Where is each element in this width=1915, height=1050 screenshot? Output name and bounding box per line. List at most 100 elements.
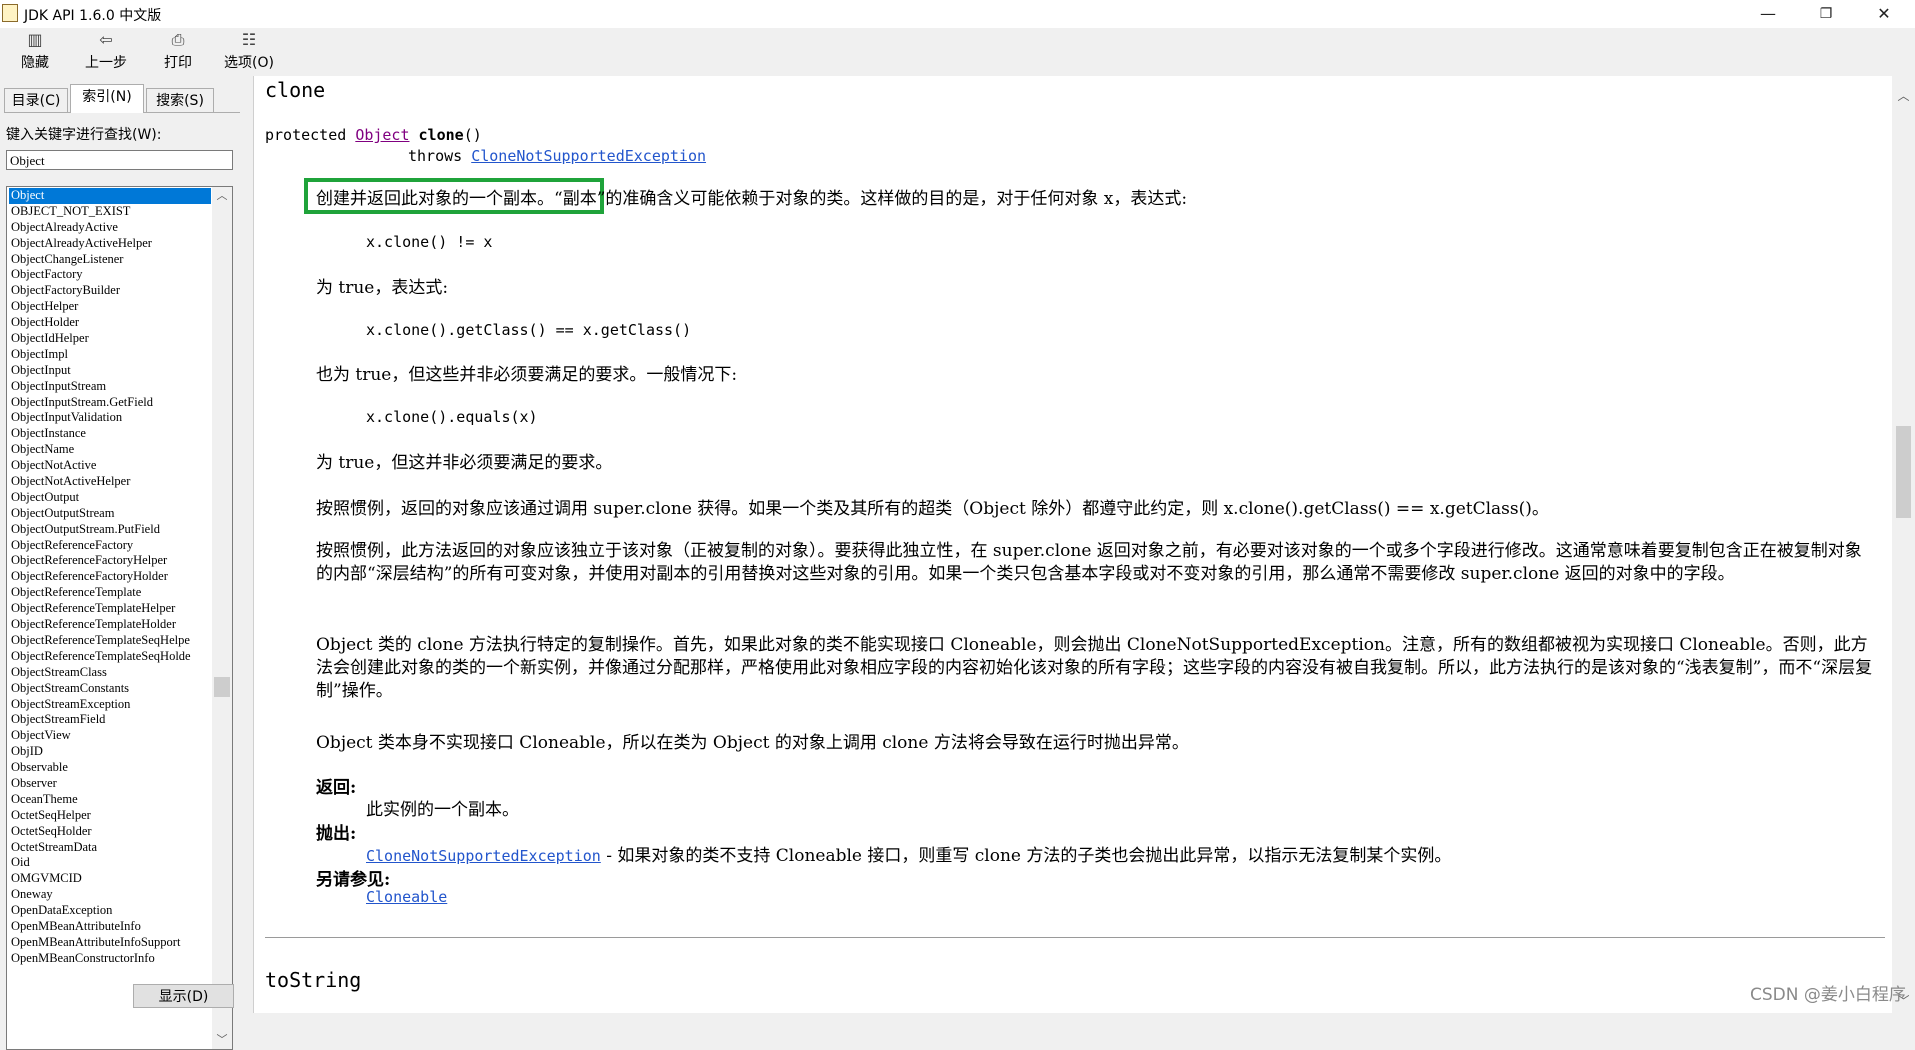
hide-button[interactable]: ▥ 隐藏	[12, 30, 58, 74]
list-item[interactable]: ObjectChangeListener	[9, 252, 211, 268]
returns-text: 此实例的一个副本。	[366, 800, 519, 820]
close-button[interactable]: ✕	[1861, 0, 1907, 28]
scroll-thumb[interactable]	[214, 677, 230, 697]
list-item[interactable]: Oneway	[9, 887, 211, 903]
minimize-button[interactable]: —	[1745, 0, 1791, 28]
list-item[interactable]: ObjectOutputStream.PutField	[9, 522, 211, 538]
paragraph-true-3: 为 true，但这并非必须要满足的要求。	[316, 453, 613, 473]
back-button[interactable]: ⇦ 上一步	[78, 30, 134, 74]
list-item[interactable]: ObjectStreamField	[9, 712, 211, 728]
list-item[interactable]: ObjectInstance	[9, 426, 211, 442]
keyword-input[interactable]: Object	[6, 150, 233, 170]
content-pane: clone protected Object clone() throws Cl…	[253, 76, 1893, 1013]
list-item[interactable]: ObjectReferenceTemplateHelper	[9, 601, 211, 617]
list-item[interactable]: Oid	[9, 855, 211, 871]
printer-icon: ⎙	[171, 30, 185, 49]
scroll-down-icon[interactable]: ﹀	[212, 1031, 232, 1049]
list-item[interactable]: ObjectReferenceTemplateSeqHolde	[9, 649, 211, 665]
scroll-up-icon[interactable]: ︿	[212, 187, 232, 205]
print-button[interactable]: ⎙ 打印	[158, 30, 198, 74]
paragraph-object-clone: Object 类的 clone 方法执行特定的复制操作。首先，如果此对象的类不能…	[316, 635, 1873, 701]
exception-link[interactable]: CloneNotSupportedException	[471, 147, 706, 165]
tab-search[interactable]: 搜索(S)	[146, 88, 214, 112]
throws-exception-link[interactable]: CloneNotSupportedException	[366, 847, 601, 865]
list-item[interactable]: OceanTheme	[9, 792, 211, 808]
list-item[interactable]: ObjectReferenceFactoryHolder	[9, 569, 211, 585]
section-divider	[265, 937, 1885, 938]
list-item[interactable]: ObjectAlreadyActiveHelper	[9, 236, 211, 252]
returns-label: 返回:	[316, 778, 357, 798]
highlighted-text: 创建并返回此对象的一个副本。	[316, 189, 554, 209]
toolbar: ▥ 隐藏 ⇦ 上一步 ⎙ 打印 ☷ 选项(O)	[0, 28, 1915, 76]
list-item[interactable]: ObjectReferenceTemplateSeqHelpe	[9, 633, 211, 649]
code-example-3: x.clone().equals(x)	[366, 408, 538, 426]
intro-paragraph: 创建并返回此对象的一个副本。“副本”的准确含义可能依赖于对象的类。这样做的目的是…	[316, 184, 1187, 209]
code-example-1: x.clone() != x	[366, 233, 493, 251]
content-scroll-up-icon[interactable]: ︿	[1892, 86, 1915, 106]
list-item[interactable]: ObjectFactoryBuilder	[9, 283, 211, 299]
list-item[interactable]: OpenMBeanConstructorInfo	[9, 951, 211, 967]
throws-label: 抛出:	[316, 824, 357, 844]
list-item[interactable]: Observable	[9, 760, 211, 776]
options-icon: ☷	[241, 30, 257, 49]
throws-detail: CloneNotSupportedException - 如果对象的类不支持 C…	[366, 841, 1451, 866]
content-scroll-thumb[interactable]	[1896, 426, 1911, 518]
back-arrow-icon: ⇦	[99, 30, 113, 49]
see-also-links: Cloneable	[366, 887, 447, 907]
list-item[interactable]: ObjectInputStream.GetField	[9, 395, 211, 411]
display-button[interactable]: 显示(D)	[133, 984, 234, 1008]
window-title: JDK API 1.6.0 中文版	[24, 8, 162, 24]
list-item[interactable]: ObjectReferenceFactoryHelper	[9, 553, 211, 569]
maximize-button[interactable]: ❐	[1803, 0, 1849, 28]
list-item[interactable]: ObjectInputValidation	[9, 410, 211, 426]
signature-throws: throws CloneNotSupportedException	[408, 147, 706, 165]
list-item[interactable]: ObjectInputStream	[9, 379, 211, 395]
list-item[interactable]: ObjectOutput	[9, 490, 211, 506]
list-item[interactable]: ObjectAlreadyActive	[9, 220, 211, 236]
method-heading: clone	[265, 78, 326, 102]
list-item[interactable]: ObjectOutputStream	[9, 506, 211, 522]
list-item[interactable]: OMGVMCID	[9, 871, 211, 887]
object-type-link[interactable]: Object	[355, 126, 409, 144]
cloneable-link[interactable]: Cloneable	[366, 888, 447, 906]
keyword-label: 键入关键字进行查找(W):	[6, 127, 162, 143]
list-item[interactable]: Object	[9, 188, 211, 204]
list-item[interactable]: ObjectReferenceTemplateHolder	[9, 617, 211, 633]
list-item[interactable]: OctetStreamData	[9, 840, 211, 856]
options-button[interactable]: ☷ 选项(O)	[220, 30, 278, 74]
list-item[interactable]: ObjectNotActiveHelper	[9, 474, 211, 490]
tab-index[interactable]: 索引(N)	[70, 84, 144, 113]
list-item[interactable]: ObjectNotActive	[9, 458, 211, 474]
list-item[interactable]: ObjectHolder	[9, 315, 211, 331]
list-item[interactable]: OpenMBeanAttributeInfoSupport	[9, 935, 211, 951]
list-item[interactable]: OpenMBeanAttributeInfo	[9, 919, 211, 935]
list-item[interactable]: ObjectInput	[9, 363, 211, 379]
index-list[interactable]: Object OBJECT_NOT_EXIST ObjectAlreadyActiv…	[6, 186, 233, 1050]
list-item[interactable]: OpenDataException	[9, 903, 211, 919]
list-item[interactable]: ObjectImpl	[9, 347, 211, 363]
list-item[interactable]: ObjectStreamClass	[9, 665, 211, 681]
watermark: CSDN @姜小白程序	[1750, 985, 1906, 1005]
code-example-2: x.clone().getClass() == x.getClass()	[366, 321, 692, 339]
help-book-icon	[2, 4, 18, 22]
list-item[interactable]: ObjectHelper	[9, 299, 211, 315]
index-scrollbar[interactable]: ︿ ﹀	[212, 187, 232, 1049]
hide-icon: ▥	[27, 30, 43, 49]
list-item[interactable]: OctetSeqHelper	[9, 808, 211, 824]
options-label: 选项(O)	[224, 55, 274, 71]
list-item[interactable]: ObjID	[9, 744, 211, 760]
list-item[interactable]: ObjectReferenceFactory	[9, 538, 211, 554]
tab-contents[interactable]: 目录(C)	[4, 88, 68, 112]
list-item[interactable]: OBJECT_NOT_EXIST	[9, 204, 211, 220]
content-scrollbar[interactable]: ︿ ﹀	[1892, 76, 1915, 1013]
list-item[interactable]: Observer	[9, 776, 211, 792]
list-item[interactable]: ObjectFactory	[9, 267, 211, 283]
list-item[interactable]: ObjectView	[9, 728, 211, 744]
list-item[interactable]: OctetSeqHolder	[9, 824, 211, 840]
title-bar: JDK API 1.6.0 中文版 — ❐ ✕	[0, 0, 1915, 28]
list-item[interactable]: ObjectStreamException	[9, 697, 211, 713]
list-item[interactable]: ObjectIdHelper	[9, 331, 211, 347]
list-item[interactable]: ObjectReferenceTemplate	[9, 585, 211, 601]
list-item[interactable]: ObjectStreamConstants	[9, 681, 211, 697]
list-item[interactable]: ObjectName	[9, 442, 211, 458]
